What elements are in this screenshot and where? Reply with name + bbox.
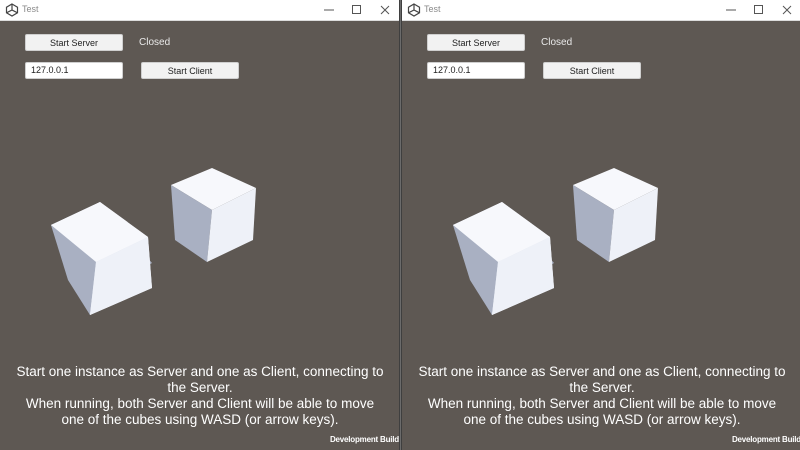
cube-front (51, 202, 152, 315)
ip-address-input[interactable]: 127.0.0.1 (427, 62, 525, 79)
cube-front (453, 202, 554, 315)
start-client-button[interactable]: Start Client (141, 62, 239, 79)
connection-status: Closed (541, 37, 573, 48)
game-window-left: Test Start Server Closed 127.0.0.1 Start… (0, 0, 400, 450)
instructions-text: Start one instance as Server and one as … (10, 364, 390, 428)
start-server-button[interactable]: Start Server (25, 34, 123, 51)
instruction-line: When running, both Server and Client wil… (427, 396, 777, 411)
start-server-button[interactable]: Start Server (427, 34, 525, 51)
instruction-line: Start one instance as Server and one as … (418, 364, 786, 379)
game-window-right: Test Start Server Closed 127.0.0.1 Start… (401, 0, 800, 450)
development-build-label: Development Build (329, 435, 399, 444)
ip-address-input[interactable]: 127.0.0.1 (25, 62, 123, 79)
instruction-line: the Server. (569, 380, 635, 395)
instruction-line: Start one instance as Server and one as … (16, 364, 384, 379)
connection-status: Closed (139, 37, 171, 48)
cube-back (573, 168, 658, 262)
start-client-button[interactable]: Start Client (543, 62, 641, 79)
development-build-label: Development Build (731, 435, 800, 444)
instruction-line: When running, both Server and Client wil… (25, 396, 375, 411)
instruction-line: one of the cubes using WASD (or arrow ke… (61, 412, 339, 427)
instruction-line: the Server. (167, 380, 233, 395)
instructions-text: Start one instance as Server and one as … (412, 364, 792, 428)
instruction-line: one of the cubes using WASD (or arrow ke… (463, 412, 741, 427)
cube-back (171, 168, 256, 262)
